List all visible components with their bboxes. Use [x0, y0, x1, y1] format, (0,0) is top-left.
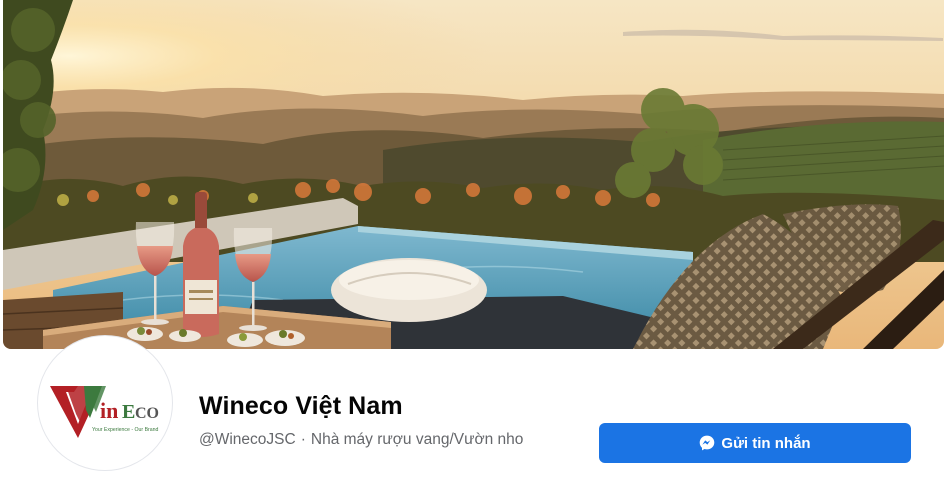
- page-handle: @WinecoJSC: [199, 431, 296, 448]
- separator-dot: ·: [300, 431, 306, 448]
- cover-photo-image: [3, 0, 944, 349]
- logo-tagline: Your Experience - Our Brand: [92, 427, 159, 433]
- profile-picture[interactable]: in E CO Your Experience - Our Brand: [38, 336, 172, 470]
- svg-text:E: E: [122, 401, 135, 423]
- send-message-label: Gửi tin nhắn: [721, 434, 811, 452]
- wineco-logo: in E CO Your Experience - Our Brand: [41, 339, 169, 467]
- svg-text:CO: CO: [135, 405, 159, 422]
- facebook-page-header: in E CO Your Experience - Our Brand Wine…: [0, 0, 948, 489]
- messenger-icon: [700, 435, 715, 451]
- page-subtitle: @WinecoJSC · Nhà máy rượu vang/Vườn nho: [199, 431, 523, 449]
- svg-text:in: in: [100, 398, 118, 423]
- cover-photo[interactable]: [3, 0, 944, 349]
- page-category[interactable]: Nhà máy rượu vang/Vườn nho: [311, 431, 524, 448]
- page-title: Wineco Việt Nam: [199, 392, 403, 420]
- send-message-button[interactable]: Gửi tin nhắn: [599, 423, 911, 463]
